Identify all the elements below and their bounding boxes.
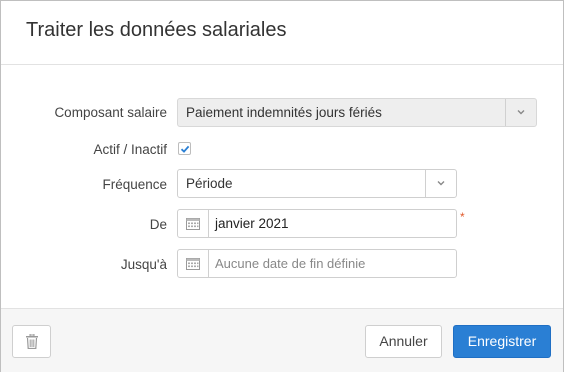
dialog-title: Traiter les données salariales [26,19,287,41]
delete-button[interactable] [12,325,51,358]
check-icon [180,145,190,153]
from-date-label: De [149,217,167,232]
cancel-button[interactable]: Annuler [365,325,442,358]
frequency-label: Fréquence [102,177,167,192]
frequency-dropdown-button[interactable] [425,170,456,197]
to-date-calendar-button[interactable] [178,250,209,277]
frequency-select-value: Période [186,176,233,191]
component-label: Composant salaire [54,105,167,120]
dialog-footer: Annuler Enregistrer [1,308,563,372]
to-date-label: Jusqu'à [120,257,167,272]
active-label: Actif / Inactif [93,142,167,157]
dialog-header: Traiter les données salariales [1,1,563,65]
component-dropdown-button[interactable] [505,99,536,126]
component-select-value: Paiement indemnités jours fériés [186,105,382,120]
required-indicator: * [460,210,465,224]
save-button[interactable]: Enregistrer [453,325,551,358]
from-date-value: janvier 2021 [215,216,289,231]
to-date-field[interactable]: Aucune date de fin définie [177,249,457,278]
from-date-field[interactable]: janvier 2021 [177,209,457,238]
frequency-select[interactable]: Période [177,169,457,198]
to-date-placeholder: Aucune date de fin définie [215,256,366,271]
salary-data-dialog: Traiter les données salariales Composant… [0,0,564,372]
from-date-calendar-button[interactable] [178,210,209,237]
chevron-down-icon [517,110,525,115]
calendar-icon [186,218,200,230]
chevron-down-icon [437,181,445,186]
active-checkbox[interactable] [178,142,191,155]
component-select[interactable]: Paiement indemnités jours fériés [177,98,537,127]
trash-icon [26,334,38,349]
calendar-icon [186,258,200,270]
